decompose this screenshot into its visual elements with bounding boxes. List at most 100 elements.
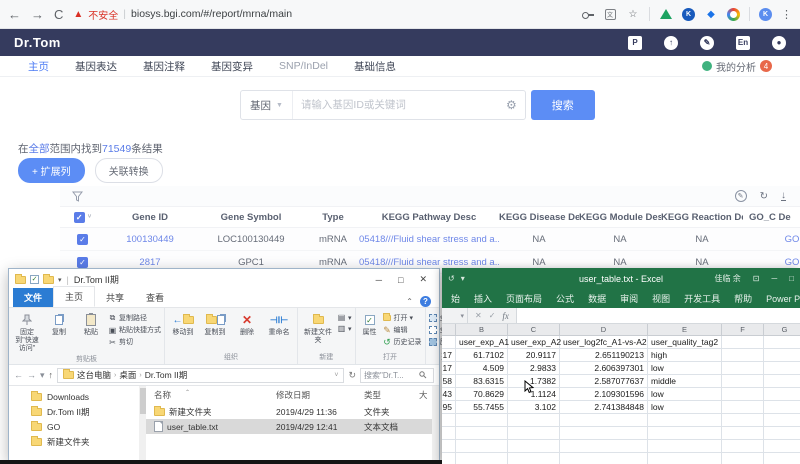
col-header-a-partial[interactable]	[442, 324, 456, 335]
cancel-icon[interactable]: ✕	[475, 311, 482, 320]
col-header-g[interactable]: G	[764, 324, 800, 335]
cell[interactable]: 55.7455	[456, 401, 508, 414]
sheet-row[interactable]	[442, 427, 800, 440]
cell[interactable]: user_exp_A1	[456, 336, 508, 349]
ribbon-display-icon[interactable]: ⊡	[753, 274, 760, 283]
go-c-link[interactable]: GO:0005615	[743, 257, 800, 268]
col-type[interactable]: 类型	[364, 389, 419, 401]
col-header-e[interactable]: E	[648, 324, 722, 335]
col-header-d[interactable]: D	[560, 324, 648, 335]
reload-icon[interactable]: C	[54, 7, 63, 22]
tab-gene-expression[interactable]: 基因表达	[75, 59, 117, 74]
undo-icon[interactable]: ↺	[448, 274, 455, 283]
col-go-c[interactable]: GO_C De	[743, 212, 800, 223]
cell[interactable]	[722, 336, 764, 349]
kegg-pathway-link[interactable]: 05418///Fluid shear stress and a...	[359, 234, 499, 245]
search-button[interactable]: 搜索	[531, 90, 595, 120]
search-input[interactable]	[293, 92, 498, 118]
translate-icon[interactable]: 文	[605, 9, 616, 20]
collapse-ribbon-icon[interactable]: ⌃	[406, 297, 413, 306]
maximize-icon[interactable]: □	[398, 275, 403, 285]
tab-view[interactable]: 视图	[645, 292, 677, 305]
upload-icon[interactable]: ↑	[664, 36, 678, 50]
table-row[interactable]: ✓ 100130449 LOC100130449 mRNA 05418///Fl…	[60, 228, 800, 251]
refresh-icon[interactable]: ↻	[348, 370, 356, 381]
chevron-down-icon[interactable]: ▾	[58, 276, 62, 284]
nav-drtom-folder[interactable]: Dr.Tom II期	[9, 404, 139, 420]
col-kegg-reaction[interactable]: KEGG Reaction Desc	[661, 212, 743, 223]
explorer-search-box[interactable]	[360, 368, 434, 383]
pointer-extension-icon[interactable]: ◆	[704, 7, 718, 21]
tab-review[interactable]: 审阅	[613, 292, 645, 305]
menu-file[interactable]: 文件	[13, 288, 53, 307]
maximize-icon[interactable]: □	[789, 274, 794, 283]
file-row-user-table[interactable]: user_table.txt 2019/4/29 12:41 文本文档	[146, 419, 439, 434]
cell[interactable]	[764, 375, 800, 388]
cell[interactable]: 17	[442, 349, 456, 362]
new-folder-button[interactable]: 新建文件夹	[301, 310, 335, 345]
sheet-row[interactable]: user_exp_A1 user_exp_A2 user_log2fc_A1-v…	[442, 336, 800, 349]
enter-check-icon[interactable]: ✓	[489, 311, 496, 320]
site-logo[interactable]: Dr.Tom	[14, 35, 61, 50]
chevron-down-icon[interactable]: ˅	[88, 214, 92, 220]
col-kegg-disease[interactable]: KEGG Disease Desc	[499, 212, 579, 223]
tab-insert[interactable]: 插入	[467, 292, 499, 305]
cell[interactable]: 83.6315	[456, 375, 508, 388]
tab-developer[interactable]: 开发工具	[677, 292, 727, 305]
cell[interactable]: 95	[442, 401, 456, 414]
address-bar[interactable]: ▲ 不安全 | biosys.bgi.com/#/report/mrna/mai…	[73, 7, 292, 22]
tab-gene-annotation[interactable]: 基因注释	[143, 59, 185, 74]
tab-basic-info[interactable]: 基础信息	[354, 59, 396, 74]
cell[interactable]	[722, 375, 764, 388]
cell[interactable]: low	[648, 388, 722, 401]
crumb-current-folder[interactable]: Dr.Tom II期	[145, 369, 188, 381]
kegg-pathway-link[interactable]: 05418///Fluid shear stress and a...	[359, 257, 499, 268]
tab-formulas[interactable]: 公式	[549, 292, 581, 305]
menu-home[interactable]: 主页	[53, 286, 95, 307]
nav-new-folder[interactable]: 新建文件夹	[9, 434, 139, 450]
menu-share[interactable]: 共享	[95, 288, 135, 307]
k-extension-icon[interactable]: K	[682, 8, 695, 21]
cell[interactable]	[722, 388, 764, 401]
cell[interactable]	[764, 349, 800, 362]
expand-columns-button[interactable]: + 扩展列	[18, 158, 85, 183]
cell[interactable]: 1.1124	[508, 388, 560, 401]
breadcrumb[interactable]: 这台电脑 › 桌面 › Dr.Tom II期 ˅	[57, 368, 344, 383]
row-checkbox[interactable]: ✓	[77, 257, 88, 268]
cell[interactable]: low	[648, 362, 722, 375]
go-c-link[interactable]: GO:0045121	[743, 234, 800, 245]
cell[interactable]: 2.606397301	[560, 362, 648, 375]
navpane-scrollbar[interactable]	[139, 386, 147, 460]
close-icon[interactable]: ✕	[419, 274, 427, 285]
select-all-checkbox[interactable]: ✓	[74, 212, 85, 223]
sheet-row[interactable]: 43 70.8629 1.1124 2.109301596 low	[442, 388, 800, 401]
tab-data[interactable]: 数据	[581, 292, 613, 305]
drive-extension-icon[interactable]	[660, 9, 672, 19]
row-checkbox[interactable]: ✓	[77, 234, 88, 245]
col-gene-id[interactable]: Gene ID	[105, 212, 195, 223]
gene-id-link[interactable]: 2817	[105, 257, 195, 268]
tab-gene-variation[interactable]: 基因变异	[211, 59, 253, 74]
forward-icon[interactable]: →	[31, 7, 44, 22]
cell[interactable]	[764, 401, 800, 414]
tab-help[interactable]: 帮助	[727, 292, 759, 305]
tab-power-pivot[interactable]: Power Pivot	[759, 294, 800, 304]
pencil-icon[interactable]: ✎	[700, 36, 714, 50]
cell[interactable]	[764, 362, 800, 375]
sheet-row[interactable]: 17 4.509 2.9833 2.606397301 low	[442, 362, 800, 375]
cell[interactable]: user_exp_A2	[508, 336, 560, 349]
cell[interactable]: 17	[442, 362, 456, 375]
paste-shortcut-button[interactable]: ▣粘贴快捷方式	[108, 325, 161, 335]
cell[interactable]	[764, 336, 800, 349]
cell[interactable]	[722, 362, 764, 375]
col-gene-symbol[interactable]: Gene Symbol	[195, 212, 307, 223]
refresh-icon[interactable]: ↻	[760, 191, 768, 202]
cell[interactable]: user_quality_tag2	[648, 336, 722, 349]
sheet-row[interactable]: 58 83.6315 1.7382 2.587077637 middle	[442, 375, 800, 388]
rename-button[interactable]: ⊣Ⅰ⊢ 重命名	[264, 310, 294, 337]
download-icon[interactable]: ↓	[781, 191, 786, 201]
col-type[interactable]: Type	[307, 212, 359, 223]
back-icon[interactable]: ←	[8, 7, 21, 22]
tab-home-partial[interactable]: 始	[444, 292, 467, 305]
cell[interactable]: 61.7102	[456, 349, 508, 362]
